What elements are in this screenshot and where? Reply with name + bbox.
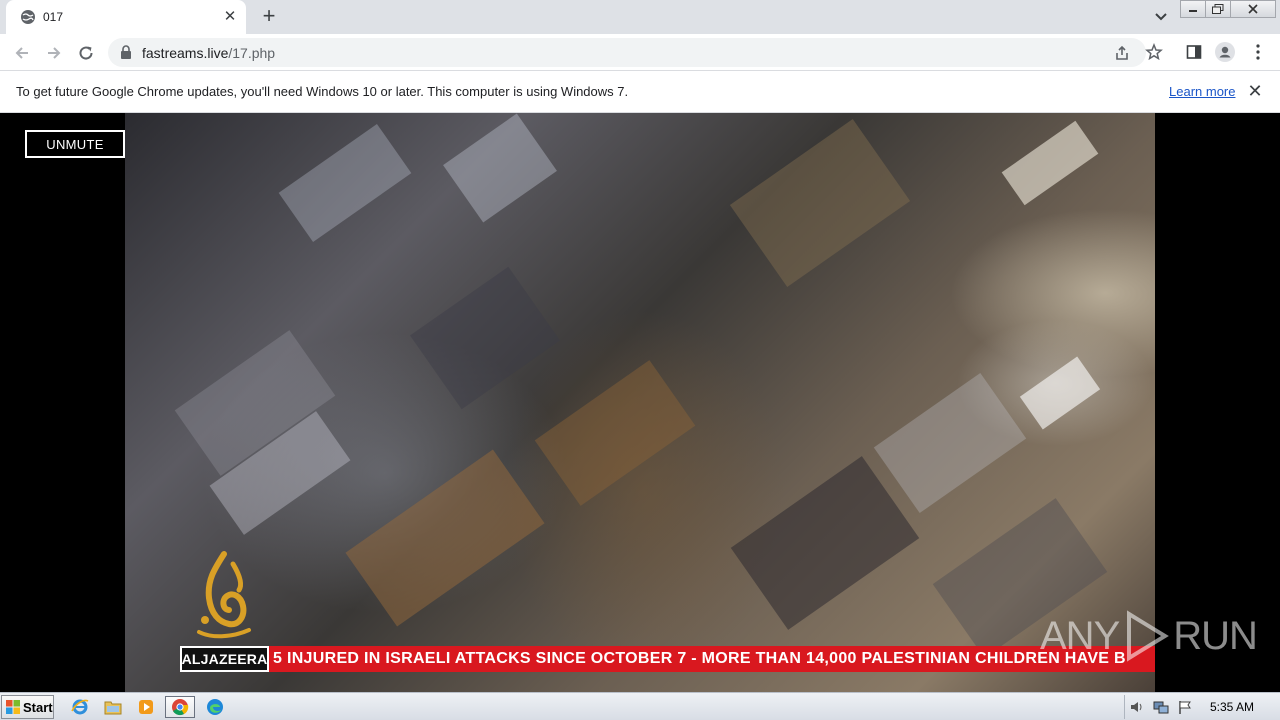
edge-icon[interactable] — [202, 696, 228, 718]
back-arrow-icon — [15, 47, 28, 59]
video-frame-shape — [443, 113, 557, 223]
url-host: fastreams.live — [142, 45, 229, 61]
infobar-message: To get future Google Chrome updates, you… — [16, 84, 629, 99]
menu-kebab-icon[interactable] — [1248, 42, 1268, 62]
globe-icon — [21, 10, 35, 24]
unmute-button[interactable]: UNMUTE — [25, 130, 125, 158]
update-infobar: To get future Google Chrome updates, you… — [0, 71, 1280, 113]
tab-close-icon[interactable]: ✕ — [222, 9, 238, 25]
play-triangle-icon — [1127, 610, 1170, 662]
reload-icon — [79, 46, 93, 60]
aljazeera-logo-icon — [197, 551, 251, 639]
browser-tab[interactable]: 017 ✕ — [6, 0, 246, 34]
video-frame-shape — [1019, 356, 1101, 430]
video-frame-shape — [534, 360, 696, 506]
url-path: /17.php — [228, 45, 276, 61]
video-player[interactable] — [125, 113, 1155, 692]
window-close-button[interactable] — [1230, 0, 1276, 18]
share-icon[interactable] — [1112, 43, 1132, 63]
watermark-right: RUN — [1173, 613, 1258, 658]
infobar-close-icon[interactable]: ✕ — [1247, 82, 1263, 100]
window-controls — [1180, 0, 1276, 18]
taskbar-clock[interactable]: 5:35 AM — [1210, 700, 1254, 714]
reload-button[interactable] — [73, 40, 99, 66]
video-frame-shape — [729, 119, 911, 287]
news-ticker: ALJAZEERA 5 INJURED IN ISRAELI ATTACKS S… — [180, 646, 1155, 672]
video-frame-shape — [345, 449, 545, 627]
start-button[interactable]: Start — [1, 695, 54, 719]
address-bar[interactable]: fastreams.live/17.php — [108, 38, 1146, 67]
video-frame-shape — [1001, 120, 1099, 206]
start-label: Start — [23, 699, 53, 715]
tab-title: 017 — [43, 10, 64, 24]
side-panel-icon[interactable] — [1184, 42, 1204, 62]
network-icon[interactable] — [1153, 699, 1169, 715]
restore-button[interactable] — [1205, 0, 1231, 18]
page-content: UNMUTE ALJAZEERA 5 INJURED IN ISRAELI AT… — [0, 113, 1280, 692]
windows-flag-icon — [6, 700, 20, 714]
forward-button[interactable] — [41, 40, 67, 66]
video-frame-shape — [278, 124, 412, 242]
video-frame-shape — [873, 372, 1027, 514]
learn-more-link[interactable]: Learn more — [1169, 84, 1235, 99]
windows-taskbar: Start 5:35 AM — [0, 692, 1280, 720]
system-tray: 5:35 AM — [1124, 695, 1279, 719]
lock-icon[interactable] — [120, 45, 132, 59]
explorer-icon[interactable] — [100, 696, 126, 718]
media-player-icon[interactable] — [133, 696, 159, 718]
url-text: fastreams.live/17.php — [142, 45, 275, 61]
ticker-text: 5 INJURED IN ISRAELI ATTACKS SINCE OCTOB… — [273, 650, 1126, 667]
anyrun-watermark: ANY RUN — [1040, 610, 1258, 662]
profile-avatar-icon[interactable] — [1215, 42, 1235, 62]
ie-icon[interactable] — [67, 696, 93, 718]
new-tab-button[interactable]: + — [258, 5, 280, 28]
channel-badge: ALJAZEERA — [180, 646, 269, 672]
minimize-button[interactable] — [1180, 0, 1206, 18]
action-center-flag-icon[interactable] — [1177, 699, 1193, 715]
bookmark-star-icon[interactable] — [1144, 42, 1164, 62]
back-button[interactable] — [9, 40, 35, 66]
forward-arrow-icon — [48, 47, 61, 59]
tab-search-chevron-icon[interactable] — [1151, 8, 1171, 26]
tab-strip: 017 ✕ + — [0, 0, 1280, 34]
volume-icon[interactable] — [1129, 699, 1145, 715]
video-frame-shape — [730, 456, 920, 630]
browser-toolbar: fastreams.live/17.php — [0, 34, 1280, 71]
video-frame-shape — [410, 266, 560, 410]
watermark-left: ANY — [1040, 613, 1120, 658]
chrome-icon[interactable] — [165, 696, 195, 718]
